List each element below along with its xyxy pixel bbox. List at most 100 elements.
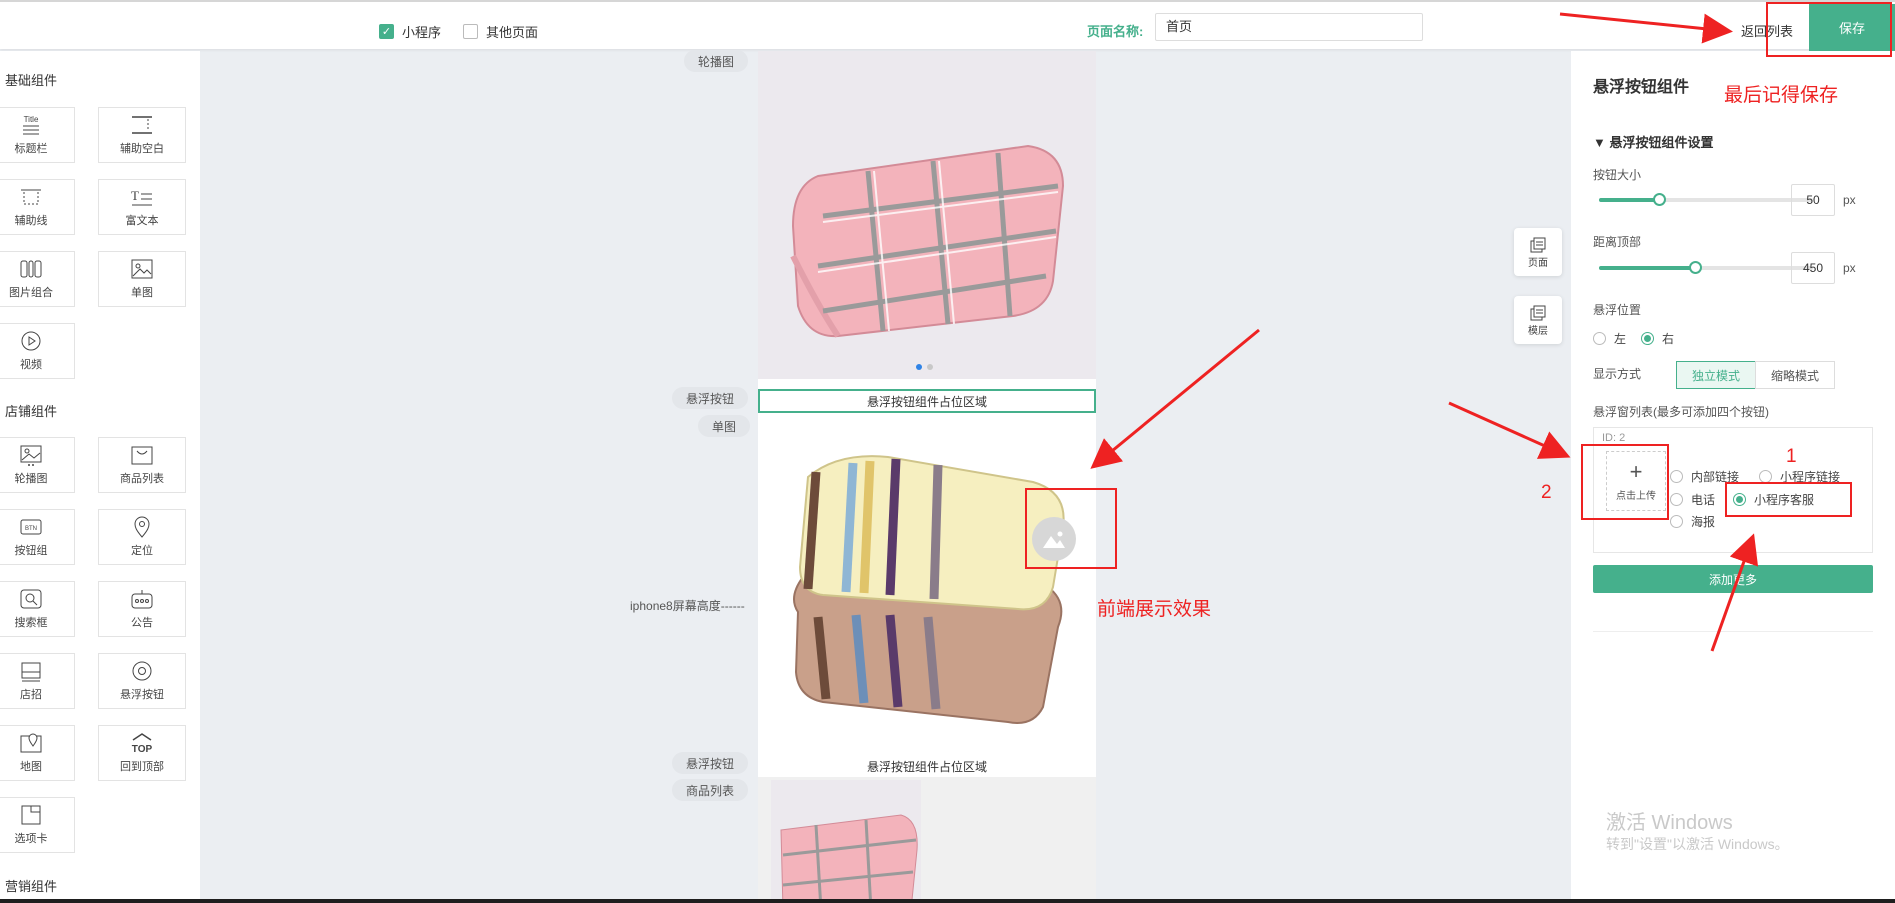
annotation-box-float-preview — [1025, 488, 1117, 569]
checkbox-miniapp[interactable]: ✓ 小程序 — [379, 22, 441, 41]
carousel-dot[interactable] — [927, 364, 933, 370]
component-notice[interactable]: 公告 — [98, 581, 186, 637]
annotation-number-2: 2 — [1541, 482, 1552, 503]
tag-single-image[interactable]: 单图 — [698, 415, 751, 437]
component-label: 地图 — [20, 761, 42, 773]
radio-icon — [1670, 470, 1683, 483]
radio-label: 右 — [1662, 332, 1675, 346]
location-pin-icon — [130, 516, 154, 538]
striped-towels-image — [793, 455, 1065, 724]
single-image-block[interactable] — [758, 417, 1096, 757]
side-button-page[interactable]: 页面 — [1514, 228, 1562, 276]
page-name-input[interactable]: 首页 — [1155, 13, 1423, 41]
top-distance-input[interactable]: 450 — [1791, 252, 1835, 284]
carousel-slide[interactable] — [758, 51, 1096, 379]
annotation-box-service — [1725, 482, 1852, 517]
arrow-to-preview — [1090, 328, 1260, 469]
add-more-button[interactable]: 添加更多 — [1593, 565, 1873, 593]
annotation-save-reminder: 最后记得保存 — [1724, 85, 1839, 106]
annotation-box-save — [1766, 2, 1892, 57]
radio-label: 电话 — [1691, 493, 1716, 507]
float-button-placeholder-selected[interactable]: 悬浮按钮组件占位区域 — [758, 389, 1096, 413]
radio-icon — [1670, 493, 1683, 506]
top-distance-unit: px — [1843, 261, 1856, 275]
component-float-button[interactable]: 悬浮按钮 — [98, 653, 186, 709]
tag-float-button[interactable]: 悬浮按钮 — [672, 387, 749, 409]
layers-icon — [1530, 305, 1546, 320]
goods-list-block[interactable] — [758, 777, 1096, 903]
slider-fill — [1599, 266, 1696, 270]
size-input[interactable]: 50 — [1791, 184, 1835, 216]
section-header[interactable]: ▼ 悬浮按钮组件设置 — [1593, 132, 1714, 151]
button-group-icon: BTN — [19, 516, 43, 538]
component-search-box[interactable]: 搜索框 — [0, 581, 75, 637]
tag-goods-list[interactable]: 商品列表 — [672, 779, 749, 801]
side-button-page-label: 页面 — [1528, 257, 1548, 269]
svg-text:BTN: BTN — [25, 526, 37, 532]
component-location[interactable]: 定位 — [98, 509, 186, 565]
pink-towel-thumbnail — [780, 814, 918, 903]
component-store-sign[interactable]: 店招 — [0, 653, 75, 709]
component-image-group[interactable]: 图片组合 — [0, 251, 75, 307]
position-left-radio[interactable]: 左 — [1593, 330, 1626, 347]
component-divider-line[interactable]: 辅助线 — [0, 179, 75, 235]
position-right-radio[interactable]: 右 — [1641, 330, 1674, 347]
checkbox-other-pages[interactable]: 其他页面 — [463, 22, 538, 41]
group-title-basic: 基础组件 — [5, 73, 58, 88]
slider-knob[interactable] — [1652, 193, 1666, 206]
carousel-dots[interactable] — [916, 364, 933, 370]
component-button-group[interactable]: BTN 按钮组 — [0, 509, 75, 565]
group-title-marketing: 营销组件 — [5, 879, 58, 894]
component-label: 轮播图 — [14, 473, 48, 485]
radio-label: 海报 — [1691, 515, 1716, 529]
component-label: 图片组合 — [9, 287, 53, 299]
annotation-box-upload — [1581, 444, 1669, 520]
component-map[interactable]: 地图 — [0, 725, 75, 781]
component-carousel[interactable]: 轮播图 — [0, 437, 75, 493]
mode-independent-button[interactable]: 独立模式 — [1676, 361, 1756, 389]
component-title-bar[interactable]: Title 标题栏 — [0, 107, 75, 163]
side-button-layer[interactable]: 模层 — [1514, 296, 1562, 344]
component-label: 公告 — [131, 617, 153, 629]
checkbox-empty-icon — [463, 24, 478, 39]
goods-image[interactable] — [771, 780, 921, 903]
option-poster[interactable]: 海报 — [1670, 513, 1715, 530]
component-label: 按钮组 — [14, 545, 48, 557]
component-rich-text[interactable]: T 富文本 — [98, 179, 186, 235]
component-label: 定位 — [131, 545, 153, 557]
size-unit: px — [1843, 193, 1856, 207]
title-bar-icon: Title — [19, 114, 43, 136]
component-label: 商品列表 — [120, 473, 164, 485]
checkbox-other-label: 其他页面 — [486, 25, 539, 40]
svg-text:TOP: TOP — [132, 744, 153, 754]
image-icon — [130, 258, 154, 280]
float-button-placeholder[interactable]: 悬浮按钮组件占位区域 — [758, 754, 1096, 778]
store-sign-icon — [19, 660, 43, 682]
caret-down-icon: ▼ — [1593, 135, 1610, 150]
notice-icon — [130, 588, 154, 610]
radio-icon — [1670, 515, 1683, 528]
component-label: 视频 — [20, 359, 42, 371]
component-label: 悬浮按钮 — [120, 689, 164, 701]
option-phone[interactable]: 电话 — [1670, 491, 1715, 508]
component-label: 搜索框 — [14, 617, 48, 629]
windows-activation-title: 激活 Windows — [1606, 812, 1733, 834]
video-icon — [19, 330, 43, 352]
tag-carousel[interactable]: 轮播图 — [684, 50, 749, 72]
carousel-dot-active[interactable] — [916, 364, 922, 370]
size-slider[interactable] — [1599, 193, 1813, 206]
top-distance-slider[interactable] — [1599, 261, 1813, 274]
component-video[interactable]: 视频 — [0, 323, 75, 379]
component-single-image[interactable]: 单图 — [98, 251, 186, 307]
component-tab-card[interactable]: 选项卡 — [0, 797, 75, 853]
arrow-to-upload — [1448, 401, 1571, 459]
component-back-to-top[interactable]: TOP 回到顶部 — [98, 725, 186, 781]
top-bar: ✓ 小程序 其他页面 页面名称: 首页 返回列表 保存 — [0, 0, 1895, 51]
slider-knob[interactable] — [1689, 261, 1703, 274]
mode-collapse-button[interactable]: 缩略模式 — [1755, 361, 1835, 389]
component-spacer[interactable]: 辅助空白 — [98, 107, 186, 163]
component-goods-list[interactable]: 商品列表 — [98, 437, 186, 493]
taskbar-edge — [0, 899, 1895, 903]
tag-float-button[interactable]: 悬浮按钮 — [672, 752, 749, 774]
copy-pages-icon — [1530, 237, 1546, 252]
